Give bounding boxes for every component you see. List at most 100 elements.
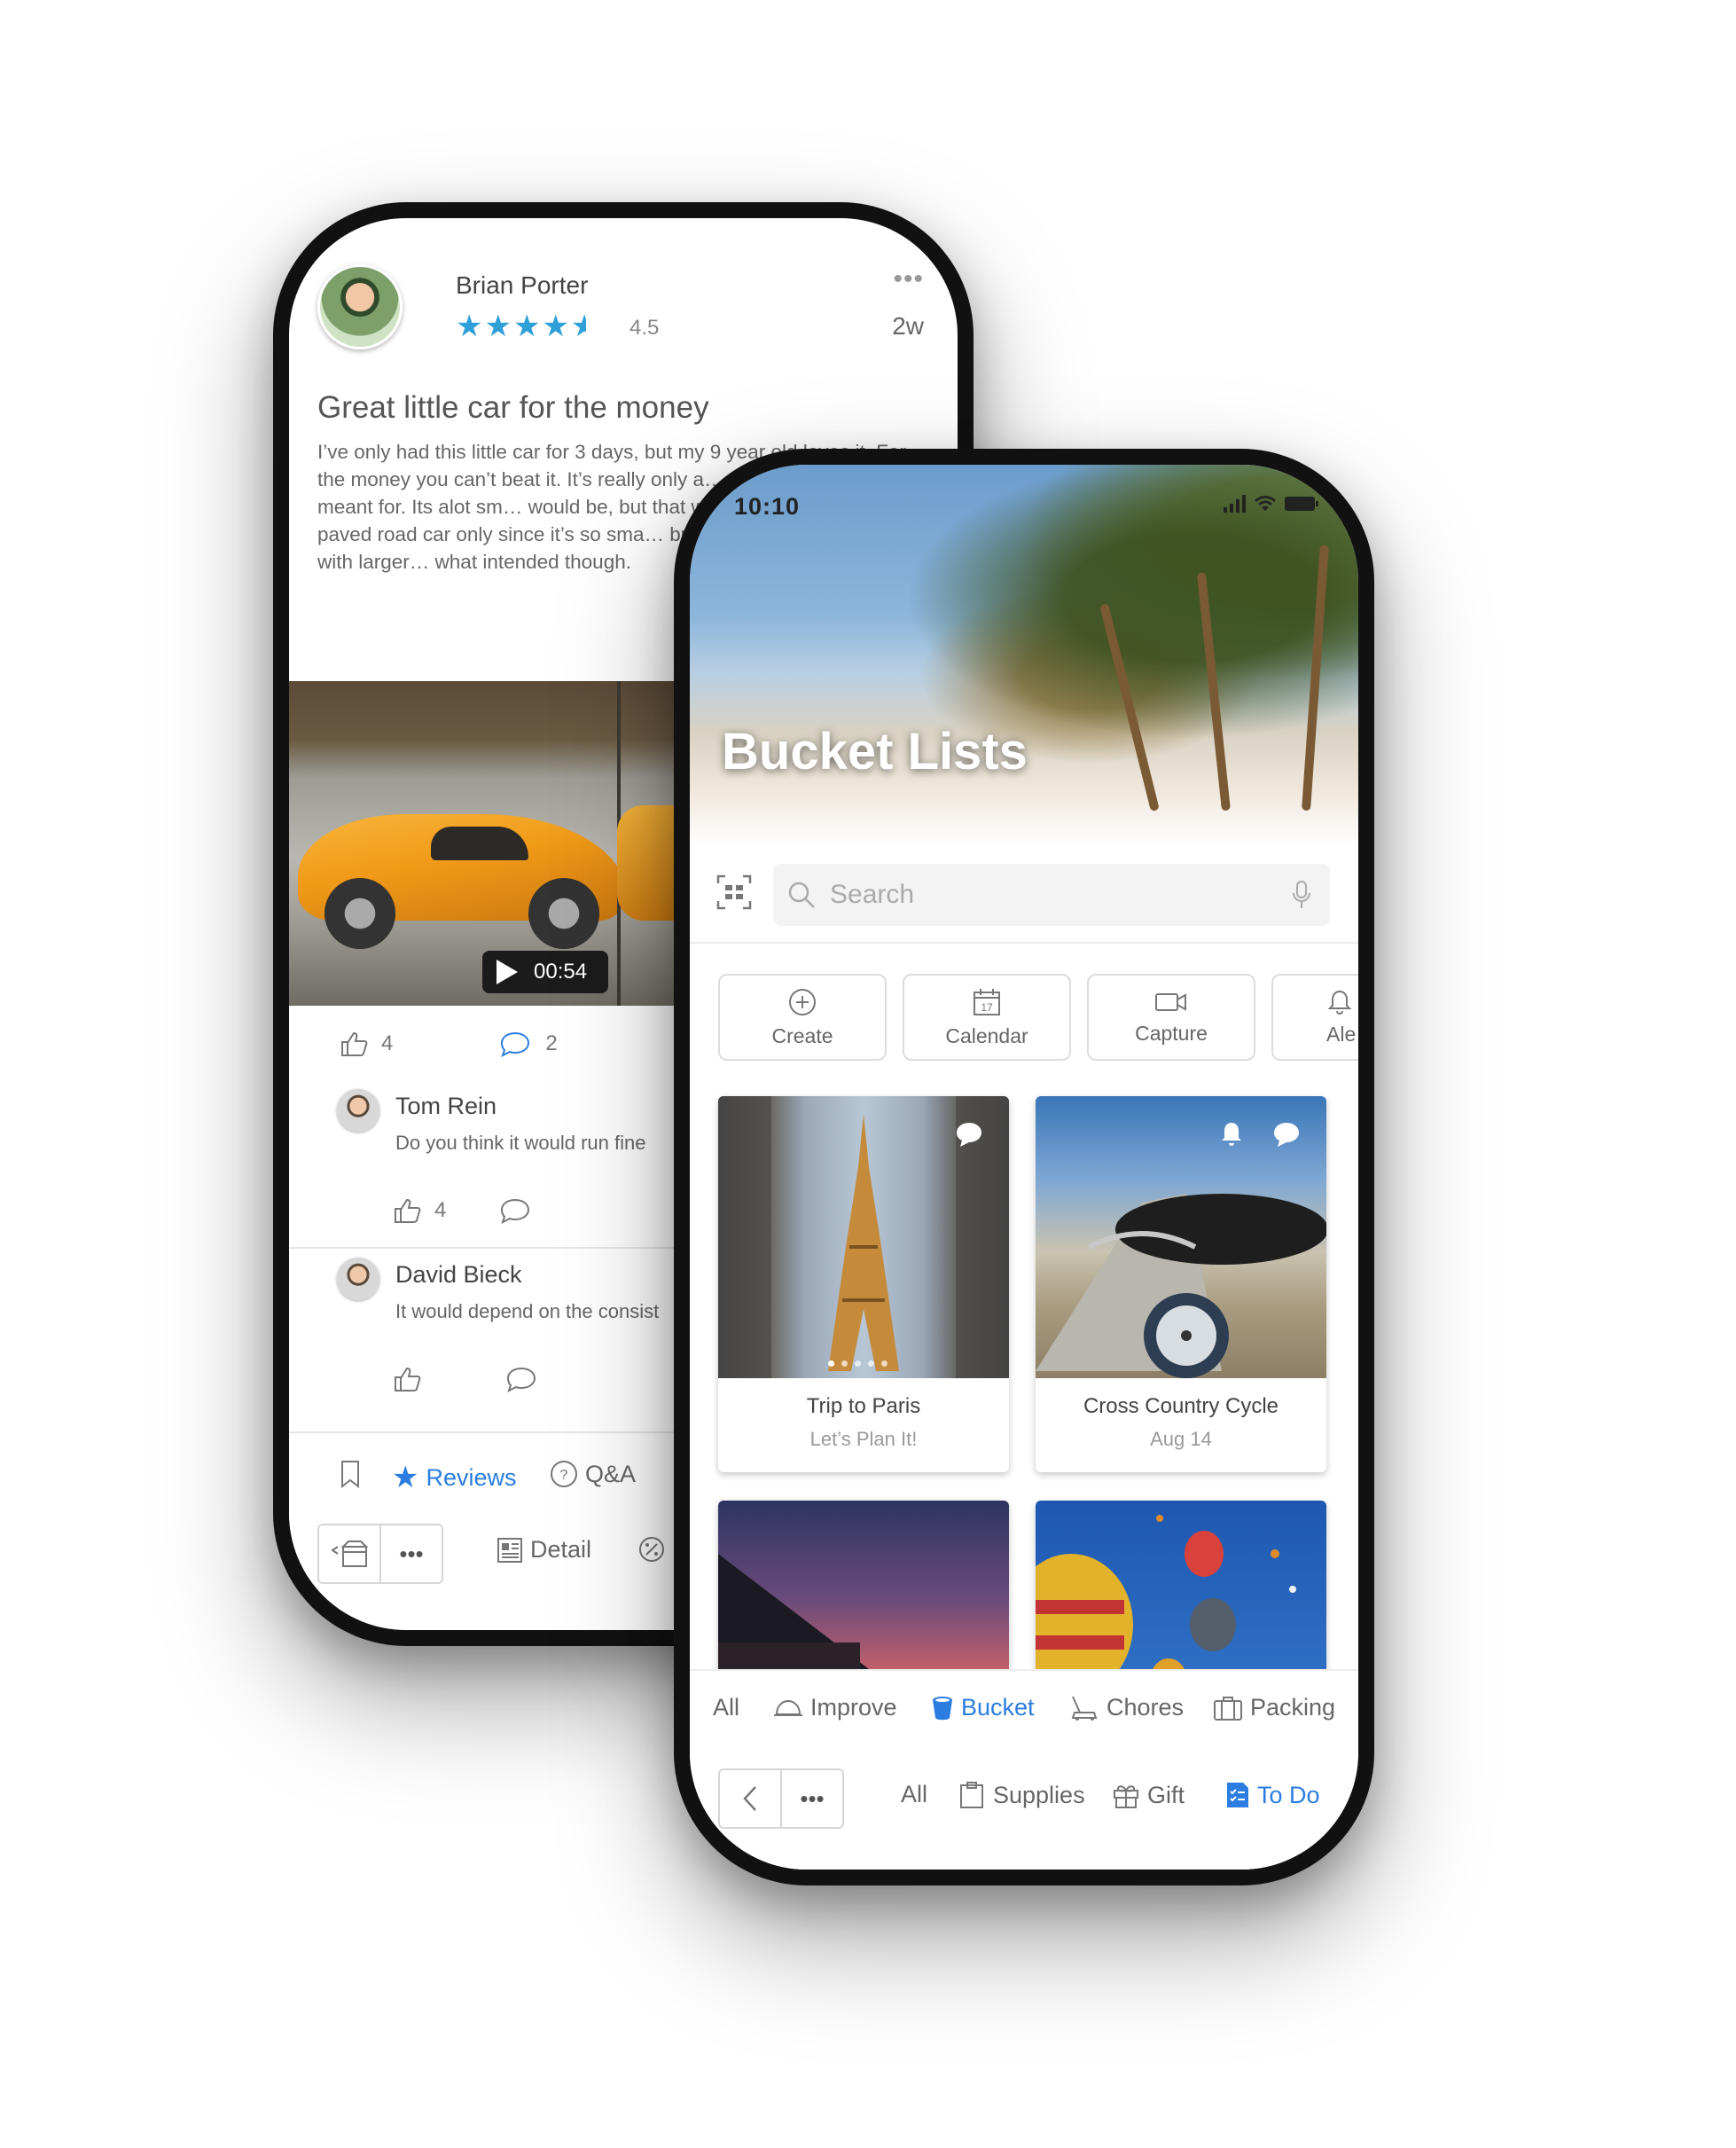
tab-gift[interactable]: Gift [1112, 1781, 1185, 1809]
more-options-icon[interactable]: ••• [893, 264, 924, 294]
reviewer-avatar[interactable] [317, 264, 403, 349]
comment-icon[interactable] [1271, 1121, 1302, 1148]
calendar-button[interactable]: 17 Calendar [903, 974, 1071, 1061]
video-camera-icon [1155, 992, 1186, 1011]
tab-improve-label: Improve [810, 1694, 897, 1721]
comment-icon[interactable] [954, 1121, 984, 1148]
tab-chores-label: Chores [1107, 1694, 1185, 1721]
status-icons [1224, 495, 1319, 513]
wheel-shape [528, 878, 599, 949]
comment-actions: 4 [394, 1197, 545, 1224]
hard-hat-icon [774, 1699, 802, 1716]
tab-detail[interactable]: Detail [497, 1536, 591, 1564]
tab-packing-label: Packing [1250, 1694, 1336, 1721]
card-subtitle: Let’s Plan It! [809, 1428, 918, 1450]
tab-discount[interactable] [638, 1536, 665, 1563]
tab-bucket[interactable]: Bucket [931, 1694, 1035, 1721]
clipboard-icon [960, 1782, 983, 1808]
tab-supplies[interactable]: Supplies [958, 1781, 1085, 1809]
bookmark-icon [341, 1461, 359, 1488]
bucket-card-cycle[interactable]: Cross Country Cycle Aug 14 [1036, 1096, 1326, 1472]
comment-actions [394, 1366, 551, 1392]
play-button[interactable]: 00:54 [482, 951, 608, 993]
palm-trunk [1099, 602, 1160, 812]
palm-trunk [1196, 571, 1231, 811]
more-button[interactable]: ••• [379, 1524, 443, 1584]
card-subtitle: Aug 14 [1150, 1428, 1212, 1450]
chevron-left-icon [743, 1786, 756, 1811]
carousel-dot [855, 1360, 861, 1367]
half-star-icon: ★ [571, 309, 586, 344]
commenter-name[interactable]: David Bieck [395, 1261, 522, 1289]
question-circle-icon: ? [551, 1461, 577, 1487]
carousel-dot [828, 1360, 834, 1367]
battery-icon [1285, 497, 1318, 511]
gift-icon [1114, 1785, 1138, 1808]
comment-icon[interactable] [499, 1031, 531, 1057]
commenter-avatar[interactable] [337, 1258, 379, 1300]
search-box[interactable] [773, 864, 1330, 926]
create-label: Create [771, 1023, 833, 1047]
thumbs-up-icon[interactable] [394, 1197, 422, 1224]
tab-bookmark[interactable] [340, 1460, 360, 1488]
wifi-icon [1255, 496, 1276, 511]
comment-icon[interactable] [505, 1366, 537, 1392]
quick-actions: Create 17 Calendar Capture Ale [718, 974, 1358, 1061]
tab-supplies-label: Supplies [993, 1781, 1085, 1808]
tab-packing[interactable]: Packing [1213, 1694, 1335, 1721]
tab-detail-label: Detail [530, 1536, 592, 1563]
capture-button[interactable]: Capture [1087, 974, 1255, 1061]
video-duration: 00:54 [534, 960, 588, 984]
luggage-icon [1214, 1696, 1242, 1721]
search-input[interactable] [830, 880, 1291, 910]
carousel-dots[interactable] [828, 1360, 888, 1367]
thumbs-up-icon[interactable] [340, 1031, 369, 1057]
search-icon [788, 882, 815, 908]
tab-improve[interactable]: Improve [773, 1694, 897, 1721]
card-title: Cross Country Cycle [1083, 1394, 1279, 1418]
svg-text:?: ? [560, 1468, 568, 1483]
review-title: Great little car for the money [317, 390, 709, 425]
comment-text: It would depend on the consist [395, 1300, 660, 1322]
tab-chores[interactable]: Chores [1069, 1694, 1184, 1721]
tab-qa-label: Q&A [585, 1460, 637, 1487]
commenter-avatar[interactable] [337, 1089, 379, 1132]
commenter-name[interactable]: Tom Rein [395, 1093, 497, 1120]
thumbs-up-icon[interactable] [394, 1366, 422, 1392]
bucket-icon [933, 1696, 952, 1720]
tab-all-lists[interactable]: All [901, 1781, 927, 1808]
comment-count: 2 [545, 1031, 558, 1055]
tab-todo[interactable]: To Do [1225, 1781, 1320, 1809]
more-button[interactable]: ••• [780, 1768, 844, 1829]
reviewer-name[interactable]: Brian Porter [456, 271, 588, 300]
carousel-dot [881, 1360, 888, 1367]
signal-icon [1224, 495, 1246, 513]
palm-trunk [1302, 545, 1329, 811]
bell-icon[interactable] [1218, 1121, 1245, 1148]
card-title: Trip to Paris [806, 1394, 921, 1418]
bell-icon [1327, 990, 1352, 1015]
comment-text: Do you think it would run fine [395, 1132, 646, 1154]
like-count: 4 [434, 1198, 447, 1222]
page-title: Bucket Lists [722, 723, 1028, 780]
capture-label: Capture [1135, 1021, 1208, 1045]
tab-all[interactable]: All [713, 1694, 739, 1721]
create-button[interactable]: Create [718, 974, 887, 1061]
carousel-dot [841, 1360, 848, 1367]
bucket-card-paris[interactable]: Trip to Paris Let’s Plan It! [718, 1096, 1009, 1472]
paris-image [718, 1096, 1009, 1378]
tab-reviews[interactable]: ★ Reviews [392, 1460, 517, 1495]
rating-stars: ★★★★★ [456, 309, 586, 344]
back-button[interactable] [718, 1768, 782, 1829]
comment-icon[interactable] [499, 1197, 531, 1224]
detail-document-icon [497, 1537, 522, 1563]
wheel-shape [325, 878, 395, 949]
back-store-button[interactable] [317, 1524, 381, 1584]
qr-scan-icon[interactable] [716, 874, 752, 910]
vacuum-icon [1071, 1696, 1098, 1721]
calendar-icon: 17 [974, 988, 1000, 1015]
plus-circle-icon [789, 988, 816, 1015]
microphone-icon[interactable] [1291, 880, 1312, 910]
tab-qa[interactable]: ? Q&A [550, 1460, 636, 1488]
alert-button[interactable]: Ale [1271, 974, 1358, 1061]
